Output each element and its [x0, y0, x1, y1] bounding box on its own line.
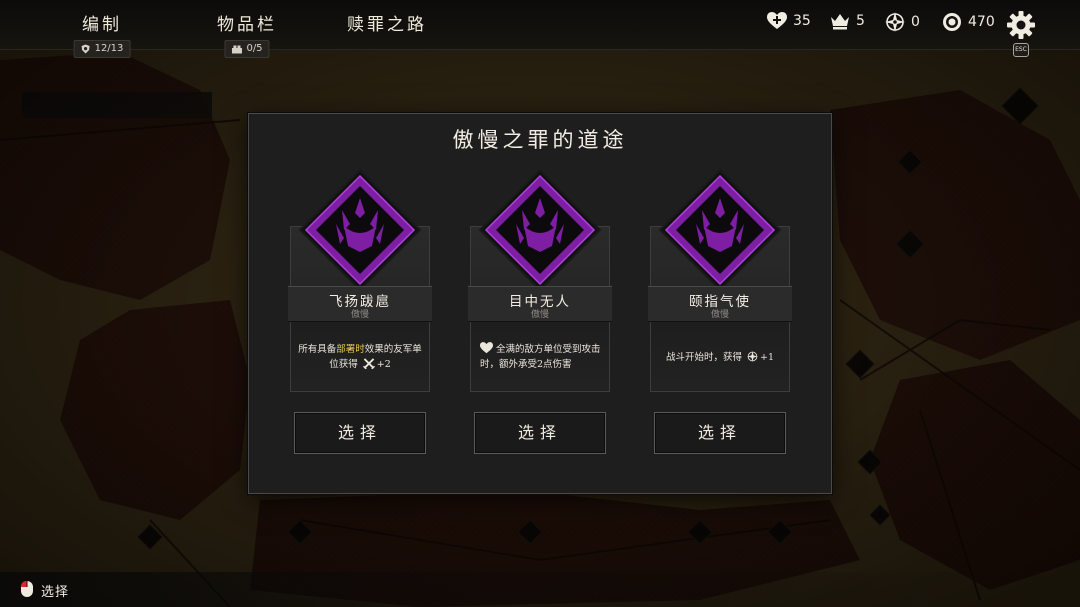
heart-icon — [480, 342, 493, 354]
health-stat: 35 — [767, 12, 811, 30]
modal-title: 傲慢之罪的道途 — [452, 128, 628, 152]
tab-formation-label: 编制 — [82, 15, 122, 35]
coin-value: 470 — [968, 14, 995, 30]
pride-sigil-icon — [298, 168, 422, 292]
coin-icon — [943, 13, 961, 31]
tab-formation[interactable]: 编制 12/13 — [73, 10, 131, 58]
heart-plus-icon — [767, 12, 787, 29]
compass-icon — [747, 351, 758, 362]
desc-value: +1 — [760, 352, 775, 363]
card-name-bar: 飞扬跋扈 傲慢 — [288, 286, 432, 322]
compass-icon — [885, 12, 905, 32]
desc-keyword: 部署时 — [336, 344, 365, 355]
formation-count: 12/13 — [94, 43, 124, 54]
crown-stat: 5 — [830, 12, 865, 30]
health-value: 35 — [793, 13, 811, 29]
mouse-icon — [21, 581, 33, 597]
crown-icon — [831, 14, 849, 30]
top-bar: 编制 12/13 物品栏 0/5 赎罪之路 35 5 0 470 ESC — [0, 0, 1080, 58]
desc-text: 全满的敌方单位受到攻击时，额外承受2点伤害 — [480, 344, 601, 370]
control-hint-label: 选择 — [41, 585, 70, 600]
crown-value: 5 — [856, 13, 865, 29]
tab-inventory[interactable]: 物品栏 0/5 — [217, 10, 277, 58]
desc-text: 战斗开始时，获得 — [665, 352, 742, 363]
option-card-1[interactable]: 飞扬跋扈 傲慢 所有具备部署时效果的友军单位获得 +2 — [288, 168, 432, 392]
shield-icon — [81, 44, 90, 54]
card-name-bar: 颐指气使 傲慢 — [648, 286, 792, 322]
control-hint-bar: 选择 — [0, 572, 1080, 607]
compass-stat: 0 — [885, 12, 920, 32]
crate-icon — [231, 45, 242, 53]
coin-stat: 470 — [942, 12, 995, 32]
card-description: 战斗开始时，获得 +1 — [656, 350, 784, 365]
card-description: 全满的敌方单位受到攻击时，额外承受2点伤害 — [480, 342, 604, 372]
card-sin-type: 傲慢 — [350, 310, 369, 320]
pride-sigil-icon — [478, 168, 602, 292]
compass-value: 0 — [911, 14, 920, 30]
card-description: 所有具备部署时效果的友军单位获得 +2 — [296, 342, 424, 372]
gear-icon[interactable] — [1006, 10, 1036, 40]
crossed-swords-icon — [362, 358, 375, 370]
option-card-3[interactable]: 颐指气使 傲慢 战斗开始时，获得 +1 — [648, 168, 792, 392]
formation-count-badge: 12/13 — [73, 40, 131, 58]
desc-value: +2 — [376, 359, 391, 370]
card-name-bar: 目中无人 傲慢 — [468, 286, 612, 322]
tab-path-label: 赎罪之路 — [347, 15, 427, 35]
option-card-2[interactable]: 目中无人 傲慢 全满的敌方单位受到攻击时，额外承受2点伤害 — [468, 168, 612, 392]
sin-path-modal: 傲慢之罪的道途 飞扬跋扈 傲慢 所有具备部署时效果的友军单位获得 +2 目中无人… — [248, 113, 832, 494]
choose-button-1[interactable]: 选择 — [294, 412, 426, 454]
pride-sigil-icon — [658, 168, 782, 292]
choose-button-3[interactable]: 选择 — [654, 412, 786, 454]
card-sin-type: 傲慢 — [710, 310, 729, 320]
inventory-count: 0/5 — [246, 43, 263, 54]
desc-text: 所有具备 — [298, 344, 337, 355]
esc-key-hint: ESC — [1013, 43, 1029, 57]
inventory-count-badge: 0/5 — [224, 40, 270, 58]
tab-path-of-atonement[interactable]: 赎罪之路 — [347, 10, 427, 35]
tab-inventory-label: 物品栏 — [217, 15, 277, 35]
choose-button-2[interactable]: 选择 — [474, 412, 606, 454]
card-sin-type: 傲慢 — [530, 310, 549, 320]
